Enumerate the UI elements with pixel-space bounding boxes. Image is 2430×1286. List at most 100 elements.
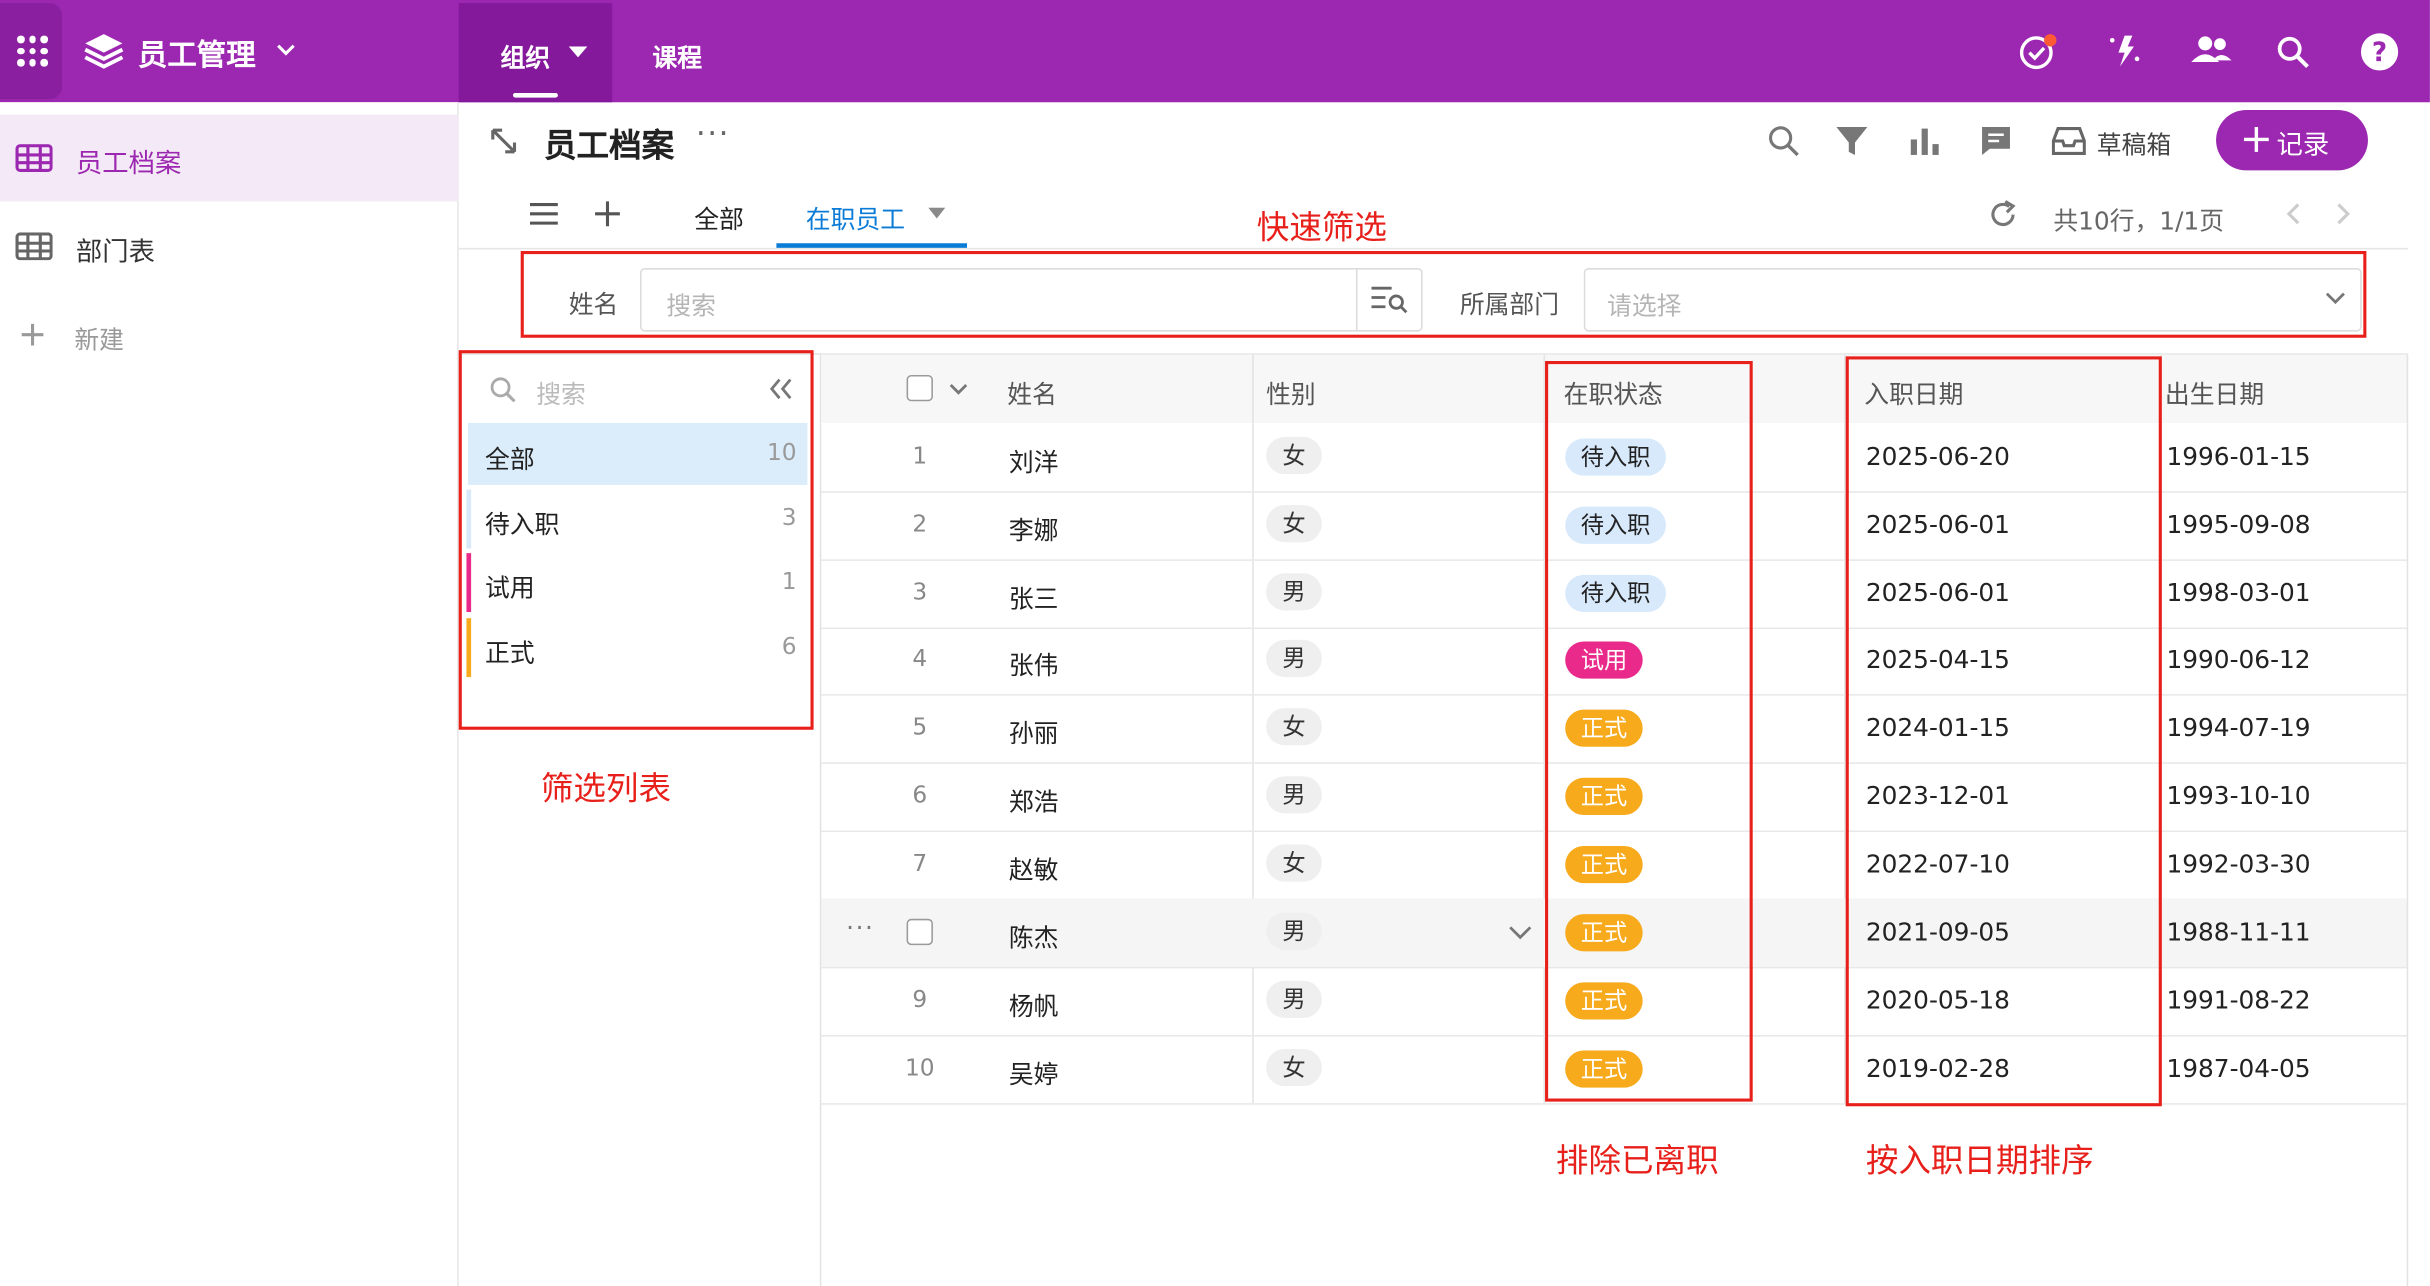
- chevron-down-icon[interactable]: [1508, 925, 1533, 940]
- sidebar-item-dept[interactable]: 部门表: [76, 229, 155, 268]
- annotation-box-quick-filter: [520, 251, 2367, 338]
- task-check-icon[interactable]: [2018, 33, 2058, 73]
- row-number: 7: [912, 849, 928, 877]
- cell-birth-date: 1991-08-22: [2166, 984, 2311, 1015]
- annotation-box-join-date: [1845, 356, 2162, 1107]
- sidebar-item-label: 员工档案: [75, 148, 182, 180]
- caret-down-icon: [568, 46, 588, 58]
- gender-tag: 女: [1266, 708, 1322, 746]
- cell-name: 郑浩: [1008, 787, 1059, 817]
- chevron-right-icon[interactable]: [2334, 201, 2353, 226]
- more-icon[interactable]: ···: [696, 115, 730, 152]
- search-icon[interactable]: [1767, 124, 1801, 158]
- help-icon[interactable]: ?: [2359, 31, 2401, 73]
- plus-icon: [21, 323, 44, 346]
- cell-name: 刘洋: [1008, 447, 1059, 478]
- caret-down-icon[interactable]: [928, 207, 946, 219]
- view-title: 员工档案: [543, 127, 675, 165]
- search-icon[interactable]: [2275, 34, 2312, 71]
- row-more-icon[interactable]: ···: [846, 912, 874, 941]
- menu-icon[interactable]: [529, 201, 558, 226]
- cell-name: 李娜: [1008, 515, 1059, 546]
- cell-name: 张三: [1008, 583, 1059, 613]
- gender-tag: 男: [1266, 980, 1322, 1018]
- gender-tag: 女: [1266, 436, 1322, 474]
- page-summary: 共10行，1/1页: [2053, 206, 2225, 236]
- tab-active-employees[interactable]: 在职员工: [806, 198, 905, 235]
- inbox-icon: [2051, 127, 2086, 155]
- members-icon[interactable]: [2190, 33, 2233, 70]
- cell-name: 杨帆: [1008, 991, 1059, 1021]
- row-number: 9: [912, 984, 928, 1013]
- top-bar: [0, 0, 2430, 103]
- row-divider: [821, 1102, 2407, 1104]
- sidebar-new[interactable]: 新建: [74, 319, 124, 356]
- annotation-quick-filter: 快速筛选: [1256, 209, 1387, 247]
- table-icon: [15, 232, 53, 261]
- row-checkbox[interactable]: [906, 918, 933, 945]
- row-number: 3: [912, 577, 928, 606]
- column-header-gender[interactable]: 性别: [1266, 373, 1316, 410]
- gender-tag: 女: [1266, 844, 1322, 882]
- app-logo-icon: [84, 34, 124, 69]
- sidebar-item-employee-files[interactable]: [0, 114, 459, 202]
- annotation-box-filter-list: [458, 350, 814, 730]
- sidebar: [0, 102, 459, 1286]
- cell-birth-date: 1995-09-08: [2166, 509, 2311, 539]
- cell-birth-date: 1992-03-30: [2166, 849, 2311, 879]
- gender-tag: 女: [1266, 504, 1322, 542]
- cell-name: 孙丽: [1008, 719, 1059, 749]
- table-icon: [15, 144, 53, 172]
- chevron-down-icon[interactable]: [948, 383, 968, 395]
- plus-icon[interactable]: [594, 200, 622, 228]
- tab-indicator: [512, 92, 558, 98]
- gender-tag: 男: [1266, 572, 1322, 610]
- comment-icon[interactable]: [1979, 124, 2013, 158]
- chart-icon[interactable]: [1908, 124, 1942, 158]
- scrollbar-track[interactable]: [2406, 354, 2409, 1286]
- column-header-birth-date[interactable]: 出生日期: [2165, 373, 2264, 410]
- cell-birth-date: 1987-04-05: [2166, 1052, 2311, 1083]
- refresh-icon[interactable]: [1988, 200, 2017, 229]
- app-name[interactable]: 员工管理: [138, 33, 256, 75]
- annotation-box-status: [1545, 361, 1753, 1102]
- select-all-checkbox[interactable]: [906, 374, 933, 402]
- row-number: 10: [904, 1052, 935, 1081]
- annotation-sort: 按入职日期排序: [1865, 1141, 2094, 1180]
- add-record-label: 记录: [2276, 130, 2330, 162]
- cell-name: 陈杰: [1008, 923, 1059, 953]
- cell-birth-date: 1996-01-15: [2166, 441, 2311, 471]
- magic-wand-icon[interactable]: [2104, 31, 2144, 71]
- annotation-exclude: 排除已离职: [1555, 1141, 1719, 1180]
- row-number: 5: [912, 713, 928, 742]
- cell-name: 张伟: [1008, 651, 1059, 681]
- row-number: 4: [912, 645, 928, 674]
- cell-name: 吴婷: [1008, 1059, 1059, 1089]
- gender-tag: 男: [1266, 640, 1322, 678]
- tab-all[interactable]: 全部: [694, 198, 744, 235]
- divider: [458, 247, 2409, 250]
- filter-icon[interactable]: [1835, 124, 1869, 158]
- chevron-left-icon[interactable]: [2284, 201, 2303, 226]
- expand-icon[interactable]: [488, 126, 519, 157]
- tab-course[interactable]: 课程: [652, 37, 702, 74]
- cell-name: 赵敏: [1008, 855, 1059, 885]
- cell-birth-date: 1994-07-19: [2166, 713, 2311, 743]
- tab-org-label: 组织: [500, 43, 551, 73]
- cell-birth-date: 1990-06-12: [2166, 645, 2311, 675]
- apps-grid-icon: [17, 35, 48, 67]
- cell-birth-date: 1998-03-01: [2166, 577, 2311, 607]
- row-number: 6: [912, 781, 928, 810]
- column-header-name[interactable]: 姓名: [1007, 373, 1057, 410]
- chevron-down-icon[interactable]: [276, 43, 296, 57]
- draft-box[interactable]: 草稿箱: [2097, 124, 2171, 161]
- row-number: 1: [912, 441, 928, 470]
- cell-birth-date: 1988-11-11: [2166, 917, 2311, 947]
- annotation-filter-list: 筛选列表: [540, 770, 672, 808]
- row-number: 2: [912, 509, 928, 538]
- svg-text:?: ?: [2372, 38, 2387, 68]
- gender-tag: 男: [1266, 776, 1322, 814]
- gender-tag: 男: [1266, 912, 1322, 950]
- gender-tag: 女: [1266, 1048, 1322, 1086]
- plus-icon: [2243, 127, 2269, 152]
